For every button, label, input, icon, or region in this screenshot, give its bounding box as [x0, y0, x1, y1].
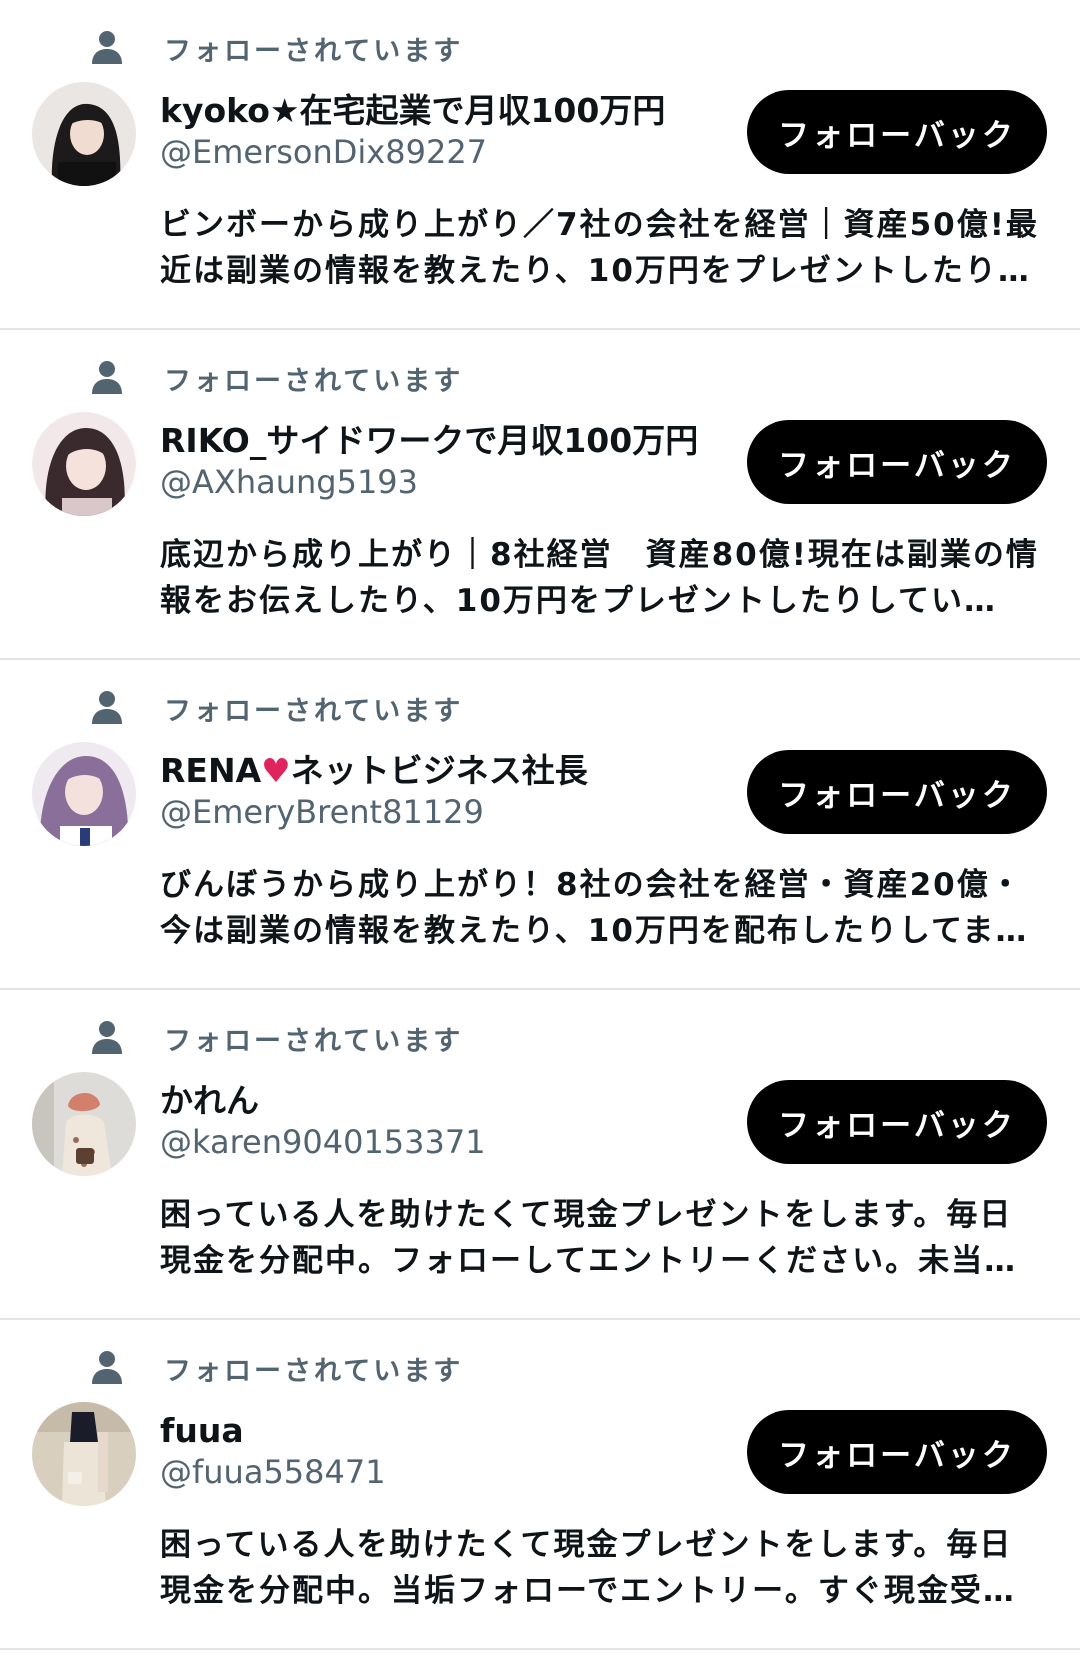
heart-icon: ♥: [261, 751, 291, 790]
follows-you-indicator: フォローされています: [90, 1018, 463, 1058]
avatar-image: [32, 1402, 136, 1506]
user-handle[interactable]: @AXhaung5193: [160, 462, 418, 502]
person-icon: [92, 31, 122, 64]
user-cell[interactable]: フォローされています RIKO_サイドワークで月収100万円 @AXhaung5…: [0, 330, 1080, 660]
user-bio: ビンボーから成り上がり／7社の会社を経営｜資産50億!最近は副業の情報を教えたり…: [160, 207, 1039, 289]
follows-you-label: フォローされています: [164, 35, 464, 67]
user-bio: 困っている人を助けたくて現金プレゼントをします。毎日現金を分配中。当垢フォローで…: [160, 1527, 1016, 1609]
display-name[interactable]: かれん: [160, 1080, 259, 1122]
display-name[interactable]: RENA♥ネットビジネス社長: [160, 750, 588, 792]
user-handle[interactable]: @EmersonDix89227: [160, 132, 487, 172]
avatar[interactable]: [32, 82, 136, 186]
avatar-image: [32, 1072, 136, 1176]
user-bio: びんぼうから成り上がり！8社の会社を経営・資産20億・今は副業の情報を教えたり、…: [160, 867, 1023, 949]
user-handle[interactable]: @fuua558471: [160, 1452, 386, 1492]
person-icon: [92, 361, 122, 394]
follow-back-button[interactable]: フォローバック: [747, 90, 1047, 174]
user-handle[interactable]: @karen9040153371: [160, 1122, 486, 1162]
avatar-image: [32, 412, 136, 516]
follows-you-label: フォローされています: [164, 1025, 464, 1057]
follows-you-indicator: フォローされています: [90, 688, 463, 728]
avatar[interactable]: [32, 1072, 136, 1176]
follow-back-button[interactable]: フォローバック: [747, 1080, 1047, 1164]
user-cell[interactable]: フォローされています RENA♥ネットビジネス社長 @EmeryBrent811…: [0, 660, 1080, 990]
avatar-image: [32, 82, 136, 186]
user-bio: 困っている人を助けたくて現金プレゼントをします。毎日現金を分配中。フォローしてエ…: [160, 1197, 1018, 1279]
avatar[interactable]: [32, 1402, 136, 1506]
follow-back-button[interactable]: フォローバック: [747, 1410, 1047, 1494]
person-icon: [92, 1021, 122, 1054]
follows-you-label: フォローされています: [164, 365, 464, 397]
user-cell[interactable]: フォローされています かれん @karen9040153371 フォローバック …: [0, 990, 1080, 1320]
follow-back-button[interactable]: フォローバック: [747, 420, 1047, 504]
user-cell[interactable]: フォローされています kyoko★在宅起業で月収100万円 @EmersonDi…: [0, 0, 1080, 330]
follows-you-label: フォローされています: [164, 695, 464, 727]
display-name[interactable]: fuua: [160, 1410, 244, 1452]
follows-you-indicator: フォローされています: [90, 358, 463, 398]
user-cell[interactable]: フォローされています fuua @fuua558471 フォローバック 困ってい…: [0, 1320, 1080, 1650]
follow-back-button[interactable]: フォローバック: [747, 750, 1047, 834]
avatar[interactable]: [32, 742, 136, 846]
follows-you-indicator: フォローされています: [90, 28, 463, 68]
avatar-image: [32, 742, 136, 846]
person-icon: [92, 1351, 122, 1384]
follower-list: フォローされています kyoko★在宅起業で月収100万円 @EmersonDi…: [0, 0, 1080, 1650]
display-name[interactable]: kyoko★在宅起業で月収100万円: [160, 90, 665, 132]
person-icon: [92, 691, 122, 724]
follows-you-indicator: フォローされています: [90, 1348, 463, 1388]
user-bio: 底辺から成り上がり｜8社経営 資産80億!現在は副業の情報をお伝えしたり、10万…: [160, 537, 1039, 619]
follows-you-label: フォローされています: [164, 1355, 464, 1387]
avatar[interactable]: [32, 412, 136, 516]
user-handle[interactable]: @EmeryBrent81129: [160, 792, 484, 832]
display-name[interactable]: RIKO_サイドワークで月収100万円: [160, 420, 698, 462]
